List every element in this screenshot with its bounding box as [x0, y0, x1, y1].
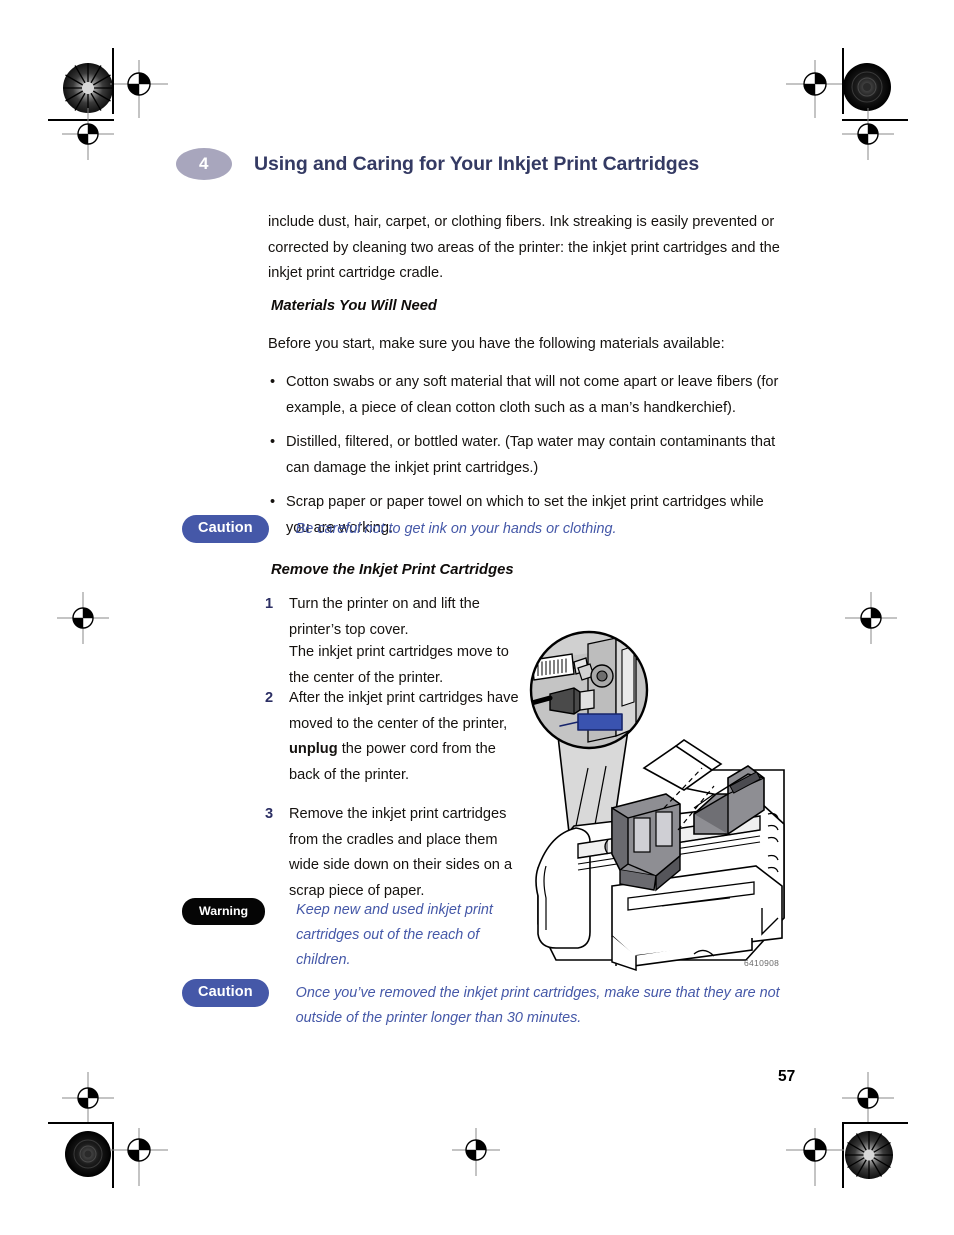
list-item: • Distilled, filtered, or bottled water.… — [268, 430, 788, 481]
figure-id-number: 6410908 — [744, 958, 780, 968]
step-number: 3 — [265, 806, 274, 822]
materials-heading: Materials You Will Need — [271, 298, 437, 314]
step-text: After the inkjet print cartridges have m… — [289, 686, 520, 788]
registration-crosshair-top-right-inner — [786, 60, 844, 118]
registration-star-target-top-left — [62, 62, 114, 114]
warning-callout-keep-away-from-children: Warning Keep new and used inkjet print c… — [182, 898, 506, 973]
steps-list-rest: 2 After the inkjet print cartridges have… — [265, 686, 520, 908]
remove-cartridges-heading: Remove the Inkjet Print Cartridges — [271, 562, 514, 578]
list-item: • Cotton swabs or any soft material that… — [268, 370, 788, 421]
chapter-number-badge: 4 — [176, 148, 232, 180]
materials-intro-paragraph: Before you start, make sure you have the… — [268, 336, 725, 352]
list-item-text: Cotton swabs or any soft material that w… — [286, 374, 779, 416]
crop-rule-bottom-right-horizontal — [842, 1122, 908, 1124]
caution-text: Be careful not to get ink on your hands … — [295, 521, 617, 537]
list-item-text: Distilled, filtered, or bottled water. (… — [286, 434, 776, 476]
crop-rule-top-left-vertical — [112, 48, 114, 114]
page-number: 57 — [778, 1068, 796, 1085]
registration-crosshair-right-lower — [842, 1072, 894, 1124]
step-text-emphasis: unplug — [289, 741, 338, 757]
crop-rule-top-right-vertical — [842, 48, 844, 114]
bullet-icon: • — [270, 434, 276, 450]
registration-crosshair-bottom-center — [452, 1128, 500, 1176]
step-text-part-1: After the inkjet print cartridges have m… — [289, 690, 519, 732]
caution-callout-30-minutes: Caution Once you’ve removed the inkjet p… — [182, 979, 796, 1031]
caution-badge: Caution — [182, 515, 269, 543]
registration-dot-target-bottom-left — [64, 1130, 112, 1178]
step-item: 3 Remove the inkjet print cartridges fro… — [265, 802, 520, 904]
step-number: 2 — [265, 690, 274, 706]
registration-star-target-bottom-right — [844, 1130, 894, 1180]
step-item: 2 After the inkjet print cartridges have… — [265, 686, 520, 788]
caution-callout-ink-on-hands: Caution Be careful not to get ink on you… — [182, 515, 716, 543]
step-1-note: The inkjet print cartridges move to the … — [289, 644, 509, 686]
chapter-header: 4 Using and Caring for Your Inkjet Print… — [176, 148, 699, 180]
intro-paragraph: include dust, hair, carpet, or clothing … — [268, 214, 780, 281]
caution-text: Once you’ve removed the inkjet print car… — [295, 985, 780, 1026]
registration-crosshair-left-lower — [62, 1072, 114, 1124]
registration-crosshair-bottom-left-inner — [110, 1128, 168, 1186]
registration-crosshair-left-upper — [62, 108, 114, 160]
crop-rule-bottom-left-horizontal — [48, 1122, 114, 1124]
registration-crosshair-bottom-right-inner — [786, 1128, 844, 1186]
registration-crosshair-middle-left — [57, 592, 109, 644]
printer-illustration — [516, 618, 806, 978]
registration-crosshair-right-upper — [842, 108, 894, 160]
registration-dot-target-top-right — [842, 62, 892, 112]
warning-text: Keep new and used inkjet print cartridge… — [296, 902, 493, 968]
bullet-icon: • — [270, 374, 276, 390]
caution-badge: Caution — [182, 979, 269, 1007]
chapter-title: Using and Caring for Your Inkjet Print C… — [254, 152, 700, 175]
registration-crosshair-middle-right — [845, 592, 897, 644]
warning-badge: Warning — [182, 898, 266, 925]
registration-crosshair-top-left-inner — [110, 60, 168, 118]
step-text: Remove the inkjet print cartridges from … — [289, 806, 513, 899]
